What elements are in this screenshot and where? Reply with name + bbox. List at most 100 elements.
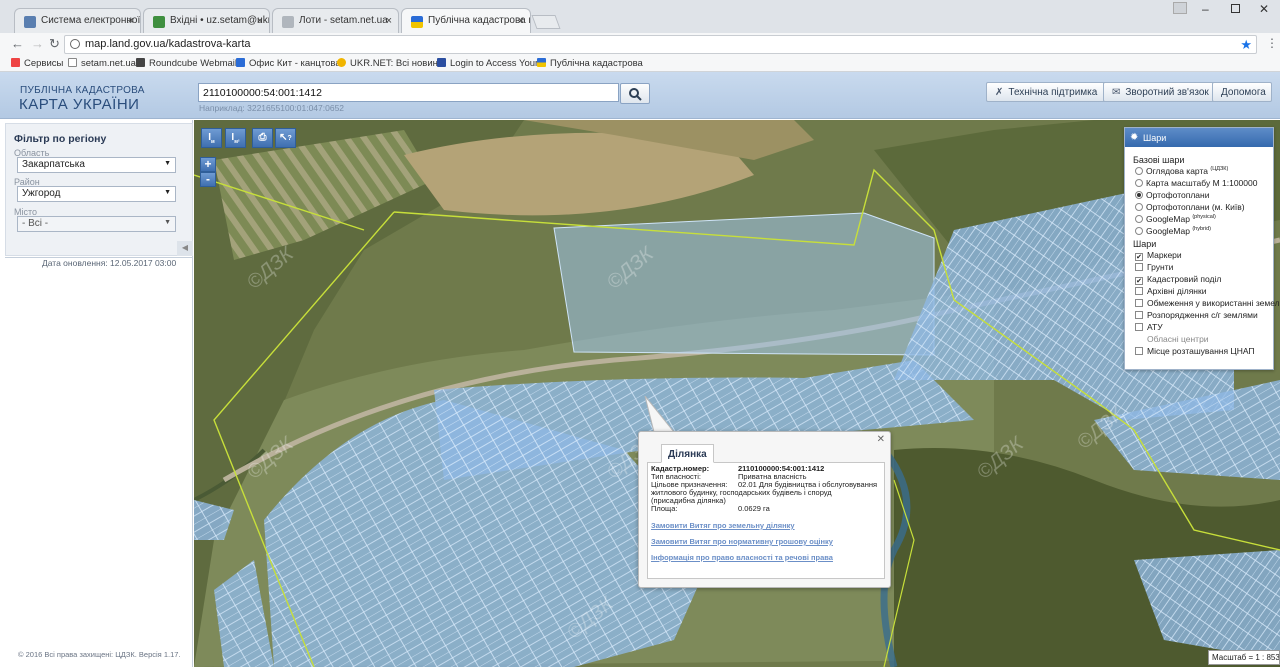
checkbox-icon[interactable] — [1135, 299, 1143, 307]
bookmark-label: setam.net.ua — [81, 58, 136, 69]
bookmark-label: Login to Access Your — [450, 58, 539, 69]
window-close-icon[interactable]: ✕ — [1259, 2, 1269, 16]
layers-header[interactable]: ✹ Шари — [1125, 128, 1273, 147]
feedback-button[interactable]: ✉ Зворотний зв'язок — [1103, 82, 1218, 102]
bookmark-label: UKR.NET: Всі новини — [350, 58, 444, 69]
tab-title: Вхідні • uz.setam@ukr.n — [170, 15, 270, 26]
tab-close-icon[interactable]: × — [128, 15, 134, 27]
button-label: Зворотний зв'язок — [1125, 87, 1209, 98]
bookmark-item[interactable]: Офис Кит - канцтова — [236, 58, 341, 69]
bookmark-item[interactable]: UKR.NET: Всі новини — [337, 58, 443, 69]
browser-tab[interactable]: Система електронної п × — [14, 8, 141, 33]
kadastr-icon — [537, 58, 546, 67]
layer-cadastral[interactable]: ✔ Кадастровий поділ — [1135, 274, 1221, 285]
bookmark-item[interactable]: setam.net.ua — [68, 58, 136, 69]
layer-soils[interactable]: Грунти — [1135, 262, 1173, 272]
base-layer-100000[interactable]: Карта масштабу М 1:100000 — [1135, 178, 1257, 188]
back-icon[interactable]: ← — [11, 36, 24, 51]
maximize-icon[interactable] — [1231, 4, 1240, 13]
bookmark-label: Офис Кит - канцтова — [249, 58, 341, 69]
layer-label: Маркери — [1147, 250, 1182, 260]
ownership-info-link[interactable]: Інформація про право власності та речові… — [651, 553, 833, 562]
bookmark-item[interactable]: Публічна кадастрова — [537, 58, 643, 69]
select-value: Ужгород — [22, 188, 61, 199]
tab-parcel[interactable]: Ділянка — [661, 444, 714, 463]
tech-support-button[interactable]: ✗ Технічна підтримка — [986, 82, 1107, 102]
identify-cursor-icon[interactable]: ↖? — [275, 128, 296, 148]
new-tab-button[interactable] — [531, 15, 561, 29]
bookmark-item[interactable]: Roundcube Webmail — [136, 58, 237, 69]
button-label: Допомога — [1221, 87, 1266, 98]
layer-archive[interactable]: Архівні ділянки — [1135, 286, 1206, 296]
tools-icon: ✗ — [995, 87, 1004, 98]
checkbox-icon[interactable] — [1135, 287, 1143, 295]
print-icon[interactable]: ⎙ — [252, 128, 273, 148]
sidebar: Фільтр по регіону Область Закарпатська ▼ … — [0, 120, 193, 667]
checkbox-checked-icon[interactable]: ✔ — [1135, 253, 1143, 261]
base-layer-google-physical[interactable]: GoogleMap (physical) — [1135, 214, 1216, 224]
layer-cnap[interactable]: Місце розташування ЦНАП — [1135, 346, 1255, 356]
select-value: - Всі - — [22, 218, 49, 229]
bookmark-star-icon[interactable]: ★ — [1240, 37, 1252, 53]
layer-agri-orders[interactable]: Розпорядження с/г землями — [1135, 310, 1258, 320]
zoom-out-button[interactable]: - — [200, 172, 216, 187]
radio-icon — [1135, 227, 1143, 235]
brand-title[interactable]: КАРТА УКРАЇНИ — [19, 96, 139, 113]
bookmark-label: Roundcube Webmail — [149, 58, 238, 69]
city-select[interactable]: - Всі - ▼ — [17, 216, 176, 232]
rayon-select[interactable]: Ужгород ▼ — [17, 186, 176, 202]
browser-toolbar: ← → ↻ map.land.gov.ua/kadastrova-karta ★… — [0, 33, 1280, 56]
checkbox-checked-icon[interactable]: ✔ — [1135, 277, 1143, 285]
tab-title: Лоти - setam.net.ua — [299, 15, 388, 26]
browser-tab[interactable]: Вхідні • uz.setam@ukr.n × — [143, 8, 270, 33]
collapse-sidebar-button[interactable]: ◀ — [177, 241, 193, 256]
layer-restrictions[interactable]: Обмеження у використанні земель — [1135, 298, 1280, 308]
layer-label: Ортофотоплани — [1146, 190, 1210, 200]
base-layer-orthophoto[interactable]: Ортофотоплани — [1135, 190, 1209, 200]
layer-markers[interactable]: ✔ Маркери — [1135, 250, 1182, 261]
bookmark-label: Сервисы — [24, 58, 64, 69]
browser-tab-active[interactable]: Публічна кадастрова ка × — [401, 8, 531, 34]
chevron-down-icon: ▼ — [164, 219, 171, 226]
checkbox-icon[interactable] — [1135, 347, 1143, 355]
base-layer-orthophoto-kyiv[interactable]: Ортофотоплани (м. Київ) — [1135, 202, 1245, 212]
profile-icon[interactable] — [1173, 2, 1187, 14]
search-button[interactable] — [620, 83, 650, 104]
layer-atu[interactable]: АТУ — [1135, 322, 1163, 332]
bookmark-item[interactable]: Login to Access Your — [437, 58, 538, 69]
checkbox-icon[interactable] — [1135, 263, 1143, 271]
radio-icon — [1135, 215, 1143, 223]
close-icon[interactable]: ✕ — [877, 434, 885, 445]
measure-area-tool[interactable]: Iм² — [225, 128, 246, 148]
cadastral-search-input[interactable]: 2110100000:54:001:1412 — [198, 83, 619, 102]
tab-favicon-icon — [24, 16, 36, 28]
order-valuation-extract-link[interactable]: Замовити Витяг про нормативну грошову оц… — [651, 537, 833, 546]
checkbox-icon[interactable] — [1135, 311, 1143, 319]
base-layer-overview[interactable]: Оглядова карта (ЦДЗК) — [1135, 166, 1228, 176]
search-icon — [629, 88, 642, 101]
base-layer-google-hybrid[interactable]: GoogleMap (hybrid) — [1135, 226, 1211, 236]
address-bar[interactable]: map.land.gov.ua/kadastrova-karta ★ — [64, 35, 1257, 54]
layer-label: Обласні центри — [1147, 334, 1209, 344]
zoom-in-button[interactable]: + — [200, 157, 216, 172]
layer-label: Оглядова карта — [1146, 166, 1208, 176]
bookmark-apps[interactable]: Сервисы — [11, 58, 63, 69]
tab-close-icon[interactable]: × — [257, 15, 263, 27]
forward-icon[interactable]: → — [31, 36, 44, 51]
map-scale: Масштаб = 1 : 8531 — [1208, 650, 1280, 665]
tab-close-icon[interactable]: × — [386, 15, 392, 27]
help-button[interactable]: Допомога — [1212, 82, 1272, 102]
minimize-icon[interactable]: – — [1202, 2, 1209, 16]
layer-sup: (physical) — [1192, 214, 1216, 221]
tab-close-icon[interactable]: × — [518, 15, 524, 27]
checkbox-icon[interactable] — [1135, 323, 1143, 331]
reload-icon[interactable]: ↻ — [49, 36, 60, 52]
ukrnet-icon — [337, 58, 346, 67]
browser-tab[interactable]: Лоти - setam.net.ua × — [272, 8, 399, 33]
oblast-select[interactable]: Закарпатська ▼ — [17, 157, 176, 173]
order-parcel-extract-link[interactable]: Замовити Витяг про земельну ділянку — [651, 521, 795, 530]
map-viewport[interactable]: ©ДЗК ©ДЗК ©ДЗК ©ДЗК ©ДЗК ©ДЗК ©ДЗК Iм Iм… — [194, 120, 1280, 667]
menu-icon[interactable]: ⋮ — [1266, 36, 1278, 50]
info-icon[interactable] — [70, 39, 80, 49]
measure-length-tool[interactable]: Iм — [201, 128, 222, 148]
